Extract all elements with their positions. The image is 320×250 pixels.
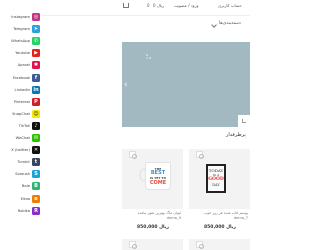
social-link-label: SnapChat	[12, 111, 30, 116]
social-link-tumblr[interactable]: Tumblr t	[0, 157, 42, 167]
social-link-linkedin[interactable]: LinkedIn in	[0, 85, 42, 95]
chevron-down-icon[interactable]	[211, 22, 217, 28]
wishlist-icon[interactable]	[196, 241, 204, 249]
social-link-label: Bale	[21, 184, 30, 189]
cart-total[interactable]: 0 ریال	[153, 3, 164, 9]
social-link-rubika[interactable]: Rubika R	[0, 206, 42, 216]
instagram-icon[interactable]: ◎	[32, 13, 40, 21]
social-link-aparat[interactable]: Aparat ✱	[0, 60, 42, 70]
social-link-label: WeChat	[15, 136, 30, 140]
social-link-bale[interactable]: Bale B	[0, 181, 42, 191]
framed-poster: TODAY IS A GOOD DAY	[206, 164, 226, 193]
product-price: 850,000 ریال	[137, 225, 169, 230]
social-link-pinterest[interactable]: Pinterest P	[0, 97, 42, 107]
social-link-label: Soroush	[15, 172, 30, 177]
social-link-label: LinkedIn	[14, 87, 30, 92]
eitaa-icon[interactable]: e	[32, 194, 40, 203]
social-link-label: Facebook	[12, 75, 30, 80]
social-link-facebook[interactable]: Facebook f	[0, 73, 42, 83]
social-link-soroush[interactable]: Soroush S	[0, 169, 42, 179]
mug-line: COME	[149, 180, 167, 186]
social-link-label: Telegram	[13, 27, 30, 32]
cart-icon[interactable]	[123, 3, 129, 8]
header-divider	[42, 15, 250, 16]
social-link-instagram[interactable]: Instagram ◎	[0, 12, 42, 22]
register-link[interactable]: ورود / عضویت	[174, 3, 198, 9]
social-link-label: WhatsApp	[11, 39, 30, 44]
account-link[interactable]: حساب کاربری	[218, 3, 242, 9]
social-link-label: TikTok	[18, 123, 30, 128]
social-link-label: Rubika	[17, 208, 30, 213]
social-link-youtube[interactable]: Youtube ▶	[0, 48, 42, 58]
telegram-icon[interactable]: ➤	[32, 25, 40, 34]
slider-prev-arrow-icon[interactable]: ‹	[124, 80, 130, 90]
bale-icon[interactable]: B	[32, 182, 40, 191]
social-link-label: Tumblr	[17, 160, 30, 165]
expand-icon[interactable]	[242, 119, 246, 123]
social-link-label: Aparat	[17, 63, 30, 68]
social-link-label: Youtube	[15, 51, 30, 56]
tumblr-icon[interactable]: t	[32, 158, 40, 167]
section-title: پرطرفدار	[226, 132, 246, 138]
rubika-icon[interactable]: R	[32, 206, 40, 215]
product-code: demo_7	[233, 216, 248, 220]
social-link-label: X (twitter)	[11, 148, 30, 153]
social-link-eitaa[interactable]: Eitaa e	[0, 194, 42, 204]
wishlist-icon[interactable]	[196, 151, 204, 159]
product-code: demo_9	[166, 216, 181, 220]
cart-count: 0	[147, 3, 150, 8]
social-link-snapchat[interactable]: SnapChat ☺	[0, 109, 42, 119]
whatsapp-icon[interactable]: ✆	[32, 37, 40, 46]
snapchat-icon[interactable]: ☺	[32, 109, 40, 118]
youtube-icon[interactable]: ▶	[32, 49, 40, 58]
soroush-icon[interactable]: S	[32, 170, 40, 179]
poster-line: DAY	[212, 183, 220, 187]
mug: THE BEST IS YET TO COME	[145, 162, 171, 190]
categories-menu[interactable]: دسته‌بندی‌ها	[219, 21, 241, 26]
tiktok-icon[interactable]: ♪	[32, 121, 40, 130]
wishlist-icon[interactable]	[129, 241, 137, 249]
poster-line: GOOD	[208, 177, 224, 182]
wishlist-icon[interactable]	[129, 151, 137, 159]
social-link-tiktok[interactable]: TikTok ♪	[0, 121, 42, 131]
social-link-label: Instagram	[11, 15, 30, 19]
social-link-label: Eitaa	[20, 196, 30, 201]
social-link-label: Pinterest	[13, 99, 30, 104]
social-link-whatsapp[interactable]: WhatsApp ✆	[0, 36, 42, 46]
product-price: 850,000 ریال	[204, 225, 236, 230]
pinterest-icon[interactable]: P	[32, 97, 40, 106]
wechat-icon[interactable]: ✉	[32, 134, 40, 142]
banner-pattern-icon	[146, 54, 152, 60]
mug-line: BEST	[150, 170, 166, 176]
social-link-x-twitter[interactable]: X (twitter) ✕	[0, 145, 42, 155]
x-twitter-icon[interactable]: ✕	[32, 146, 40, 155]
facebook-icon[interactable]: f	[32, 73, 40, 82]
social-link-wechat[interactable]: WeChat ✉	[0, 133, 42, 143]
aparat-icon[interactable]: ✱	[32, 61, 40, 70]
hero-banner[interactable]	[122, 42, 250, 127]
linkedin-icon[interactable]: in	[32, 85, 40, 94]
social-link-telegram[interactable]: Telegram ➤	[0, 24, 42, 34]
